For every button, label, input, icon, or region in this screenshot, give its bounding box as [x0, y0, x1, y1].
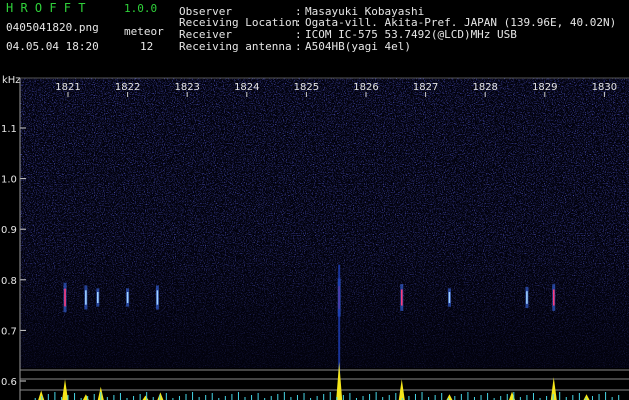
- x-tick-label: 1826: [353, 82, 378, 93]
- meteor-echo-core: [526, 291, 528, 304]
- x-tick-label: 1822: [115, 82, 140, 93]
- meteor-echo-core: [126, 291, 129, 304]
- y-tick-label: 1.0: [1, 175, 17, 186]
- meteor-echo-core: [400, 289, 403, 306]
- detection-peak: [38, 390, 45, 400]
- y-tick-label: 0.8: [1, 276, 17, 287]
- meteor-echo-core: [97, 291, 99, 304]
- meteor-echo-core: [448, 291, 451, 304]
- y-tick-label: 1.1: [1, 124, 17, 135]
- x-tick-label: 1824: [234, 82, 259, 93]
- meteor-echo-core: [156, 290, 159, 305]
- y-tick-label: 0.9: [1, 225, 17, 236]
- detection-peak: [446, 394, 453, 400]
- x-tick-label: 1829: [532, 82, 557, 93]
- meteor-echo-core: [552, 289, 555, 306]
- x-tick-label: 1828: [472, 82, 497, 93]
- spectrogram-chart: kHz 1821 1822 1823 1824 1825 1826 1827 1828 1829…: [1, 75, 629, 400]
- x-tick-label: 1827: [413, 82, 438, 93]
- detection-peak: [157, 392, 164, 400]
- meteor-echo-core: [85, 290, 87, 305]
- y-tick-label: 0.7: [1, 326, 17, 337]
- detection-peak: [583, 394, 590, 400]
- y-axis-label: kHz: [2, 75, 21, 86]
- detection-peak: [142, 395, 149, 400]
- y-tick-label: 0.6: [1, 377, 17, 388]
- x-tick-label: 1823: [174, 82, 199, 93]
- detection-peak: [550, 377, 557, 400]
- meteor-echo-core: [64, 288, 66, 307]
- x-tick-label: 1830: [592, 82, 617, 93]
- x-tick-label: 1825: [294, 82, 319, 93]
- x-tick-label: 1821: [55, 82, 80, 93]
- spectrogram-noise: [20, 78, 629, 368]
